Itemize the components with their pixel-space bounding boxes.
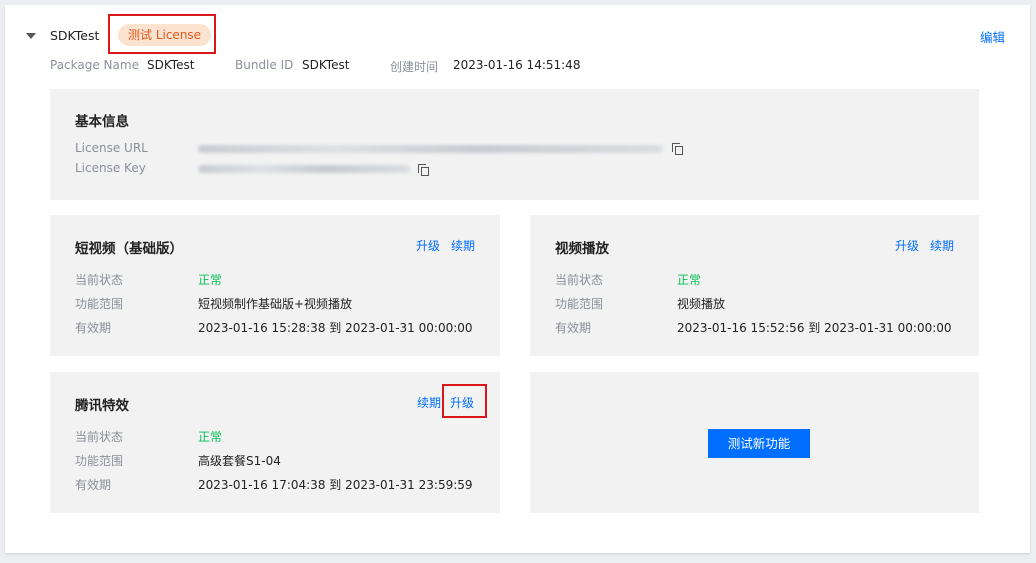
scope-value: 高级套餐S1-04 [198,454,281,468]
status-value: 正常 [198,273,223,287]
video-play-renew-link[interactable]: 续期 [930,237,954,254]
short-video-upgrade-link[interactable]: 升级 [416,237,440,254]
validity-label: 有效期 [75,321,112,335]
package-name-value: SDKTest [147,58,195,72]
validity-value: 2023-01-16 15:52:56 到 2023-01-31 00:00:0… [677,321,952,335]
short-video-renew-link[interactable]: 续期 [451,237,475,254]
short-video-card: 短视频（基础版） 升级 续期 当前状态 正常 功能范围 短视频制作基础版+视频播… [50,215,500,356]
edit-link[interactable]: 编辑 [980,27,1005,46]
validity-label: 有效期 [555,321,592,335]
copy-icon[interactable] [672,143,684,155]
status-label: 当前状态 [555,273,604,287]
bundle-id-value: SDKTest [302,58,350,72]
upgrade-highlight-box [442,384,487,418]
validity-value: 2023-01-16 17:04:38 到 2023-01-31 23:59:5… [198,478,473,492]
basic-info-title: 基本信息 [75,114,129,130]
copy-icon[interactable] [418,164,430,176]
status-label: 当前状态 [75,273,124,287]
caret-down-icon[interactable] [26,33,36,39]
effects-title: 腾讯特效 [75,398,129,414]
validity-label: 有效期 [75,478,112,492]
license-key-value [198,165,410,173]
created-time-label: 创建时间 [390,60,439,74]
basic-info-card: 基本信息 License URL License Key [50,89,979,200]
status-label: 当前状态 [75,430,124,444]
video-play-card: 视频播放 升级 续期 当前状态 正常 功能范围 视频播放 有效期 2023-01… [530,215,979,356]
license-type-tag: 测试 License [118,24,212,46]
effects-renew-link[interactable]: 续期 [417,394,441,411]
license-url-value [198,145,663,153]
package-name-label: Package Name [50,58,139,72]
video-play-title: 视频播放 [555,241,609,257]
created-time-value: 2023-01-16 14:51:48 [453,58,581,72]
scope-label: 功能范围 [555,297,604,311]
bundle-id-label: Bundle ID [235,58,294,72]
effects-card: 腾讯特效 续期 升级 当前状态 正常 功能范围 高级套餐S1-04 有效期 20… [50,372,500,513]
license-key-label: License Key [75,161,146,175]
scope-label: 功能范围 [75,454,124,468]
status-value: 正常 [677,273,702,287]
scope-value: 视频播放 [677,297,726,311]
license-url-label: License URL [75,141,148,155]
app-name: SDKTest [50,28,100,43]
scope-label: 功能范围 [75,297,124,311]
scope-value: 短视频制作基础版+视频播放 [198,297,353,311]
test-new-feature-button[interactable]: 测试新功能 [708,429,810,458]
validity-value: 2023-01-16 15:28:38 到 2023-01-31 00:00:0… [198,321,473,335]
status-value: 正常 [198,430,223,444]
short-video-title: 短视频（基础版） [75,241,183,257]
video-play-upgrade-link[interactable]: 升级 [895,237,919,254]
